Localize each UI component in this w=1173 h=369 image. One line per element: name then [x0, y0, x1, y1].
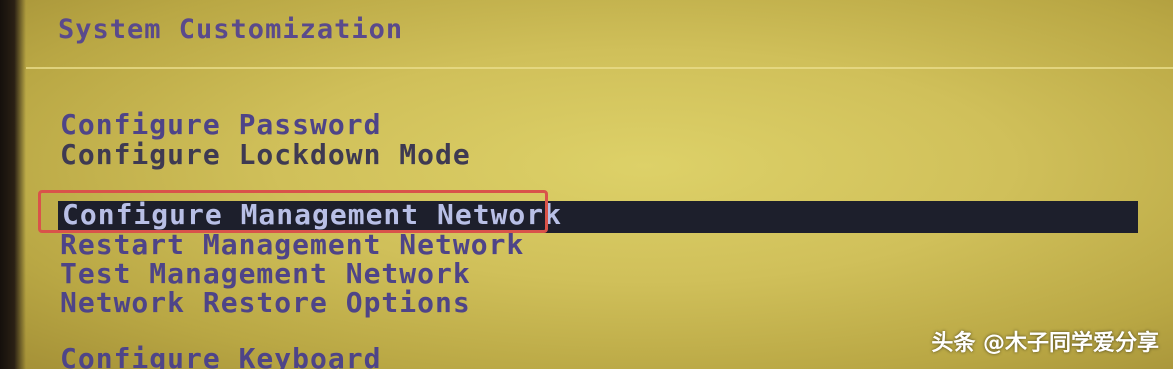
- annotation-highlight-box: [38, 190, 548, 233]
- page-title: System Customization: [58, 14, 404, 45]
- watermark-text: 头条 @木子同学爱分享: [931, 331, 1159, 356]
- title-divider: [26, 67, 1173, 69]
- menu-item-configure-lockdown-mode[interactable]: Configure Lockdown Mode: [60, 138, 471, 171]
- dcui-screen: System Customization Configure Password …: [0, 0, 1173, 369]
- menu-item-configure-keyboard[interactable]: Configure Keyboard: [60, 342, 381, 369]
- monitor-bezel: [0, 0, 26, 369]
- menu-item-network-restore-options[interactable]: Network Restore Options: [60, 286, 471, 319]
- menu-item-configure-password[interactable]: Configure Password: [60, 108, 381, 141]
